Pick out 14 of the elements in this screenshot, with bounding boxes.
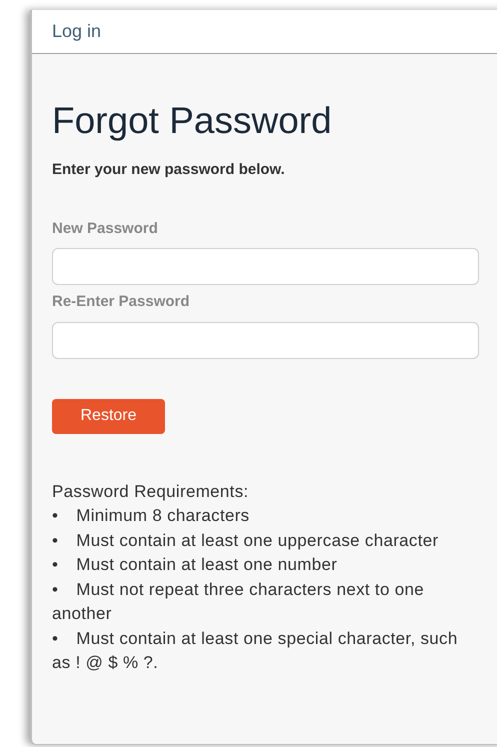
restore-button[interactable]: Restore [52,398,165,434]
requirement-text: • Must contain at least one special character, such as ! @ $ % ?. [52,628,459,674]
requirement-text: • Must contain at least one number [52,554,338,576]
instruction-text: Enter your new password below. [52,160,286,180]
requirement-text: • Minimum 8 characters [52,505,250,527]
password-field[interactable] [52,248,479,285]
requirements-title: Password Requirements: [52,480,250,502]
header-title: Log in [52,20,102,43]
requirement-text: • Must not repeat three characters next to one another [52,578,425,625]
field-label: New Password [52,218,159,238]
password-field[interactable] [52,322,479,358]
field-label: Re-Enter Password [52,292,191,312]
page-heading: Forgot Password [52,102,333,139]
requirement-text: • Must contain at least one uppercase character [52,530,440,552]
